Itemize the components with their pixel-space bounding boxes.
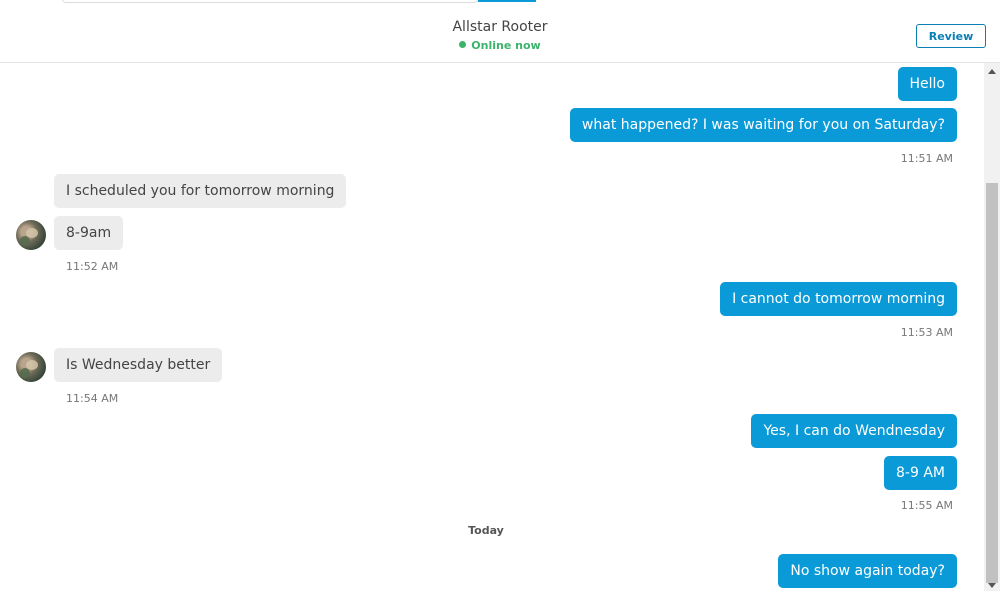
scrollbar[interactable]: [984, 63, 1000, 591]
message-bubble-outgoing: 8-9 AM: [884, 456, 957, 490]
message-bubble-outgoing: what happened? I was waiting for you on …: [569, 108, 957, 142]
message-bubble-outgoing: No show again today?: [778, 554, 957, 588]
message-timestamp: 11:55 AM: [900, 499, 953, 512]
contact-avatar: [16, 352, 46, 382]
scrollbar-thumb[interactable]: [986, 183, 998, 583]
search-button[interactable]: [478, 0, 536, 2]
message-timestamp: 11:54 AM: [66, 392, 119, 405]
contact-avatar: [16, 220, 46, 250]
search-input[interactable]: [62, 0, 478, 3]
review-button[interactable]: Review: [916, 24, 986, 48]
scroll-down-arrow-icon[interactable]: [988, 583, 996, 588]
date-divider: Today: [468, 524, 504, 537]
message-bubble-outgoing: I cannot do tomorrow morning: [720, 282, 957, 316]
online-dot-icon: [459, 41, 467, 48]
contact-name: Allstar Rooter: [452, 19, 548, 35]
online-status-label: Online now: [471, 39, 541, 52]
message-bubble-outgoing: Yes, I can do Wendnesday: [751, 414, 957, 448]
message-timestamp: 11:52 AM: [66, 260, 119, 273]
message-bubble-incoming: 8-9am: [54, 216, 124, 250]
conversation-header: Allstar Rooter Online now Review: [0, 12, 1000, 63]
message-bubble-incoming: I scheduled you for tomorrow morning: [54, 174, 347, 208]
message-bubble-incoming: Is Wednesday better: [54, 348, 223, 382]
message-timestamp: 11:51 AM: [900, 152, 953, 165]
message-timestamp: 11:53 AM: [900, 326, 953, 339]
online-status: Online now: [0, 39, 1000, 52]
message-bubble-outgoing: Hello: [897, 67, 957, 101]
scroll-up-arrow-icon[interactable]: [988, 69, 996, 74]
